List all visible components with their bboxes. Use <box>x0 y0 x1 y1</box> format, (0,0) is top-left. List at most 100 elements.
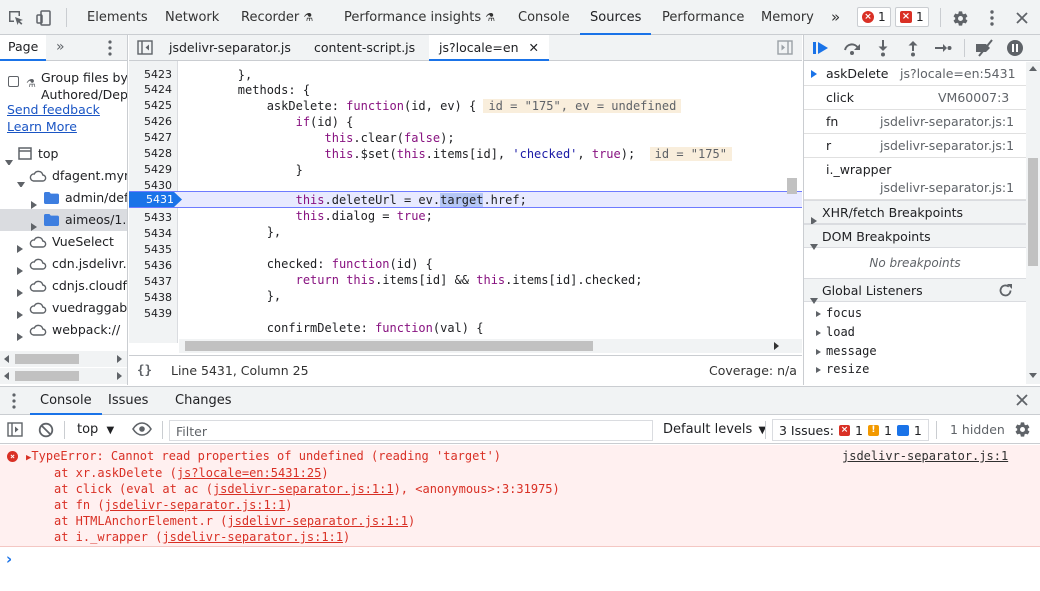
line-number[interactable]: 5434 <box>144 226 172 242</box>
tab-performance[interactable]: Performance <box>662 0 744 35</box>
pretty-print-icon[interactable]: {} <box>137 362 152 377</box>
send-feedback-link[interactable]: Send feedback <box>7 102 100 117</box>
scroll-thumb[interactable] <box>15 354 79 364</box>
tree-item-top[interactable]: top <box>0 143 127 165</box>
breakpoint-marker[interactable]: 5431 <box>129 192 182 207</box>
issues-counter-button[interactable]: 3 Issues: × 1 ! 1 1 <box>772 419 929 441</box>
call-frame[interactable]: fn jsdelivr-separator.js:1 <box>804 110 1026 134</box>
console-filter-input[interactable]: Filter <box>169 420 653 441</box>
console-settings-gear-icon[interactable] <box>1014 421 1031 438</box>
call-frame[interactable]: askDelete js?locale=en:5431 <box>804 62 1026 86</box>
error-count-badge[interactable]: × 1 <box>857 7 891 27</box>
navigator-hscrollbar-2[interactable] <box>0 368 127 384</box>
navigator-hscrollbar[interactable] <box>0 351 127 367</box>
step-over-icon[interactable] <box>842 40 862 56</box>
scroll-thumb[interactable] <box>185 341 593 351</box>
tree-item-vueselect[interactable]: VueSelect <box>0 231 127 253</box>
stack-link[interactable]: jsdelivr-separator.js:1:1 <box>227 514 408 528</box>
toggle-console-sidebar-icon[interactable] <box>7 422 23 437</box>
debugger-vscrollbar[interactable] <box>1026 62 1040 384</box>
inspect-element-icon[interactable] <box>6 8 26 28</box>
drawer-tab-issues[interactable]: Issues <box>108 387 148 415</box>
xhr-breakpoints-header[interactable]: XHR/fetch Breakpoints <box>804 200 1026 225</box>
settings-gear-icon[interactable] <box>950 8 970 28</box>
global-listener-focus[interactable]: focus <box>816 304 862 323</box>
line-number[interactable]: 5435 <box>144 242 172 258</box>
line-number[interactable]: 5433 <box>144 210 172 226</box>
drawer-tab-console[interactable]: Console <box>30 387 102 415</box>
device-toolbar-icon[interactable] <box>34 8 54 28</box>
call-frame[interactable]: click VM60007:3 <box>804 86 1026 110</box>
issue-count-badge[interactable]: × 1 <box>895 7 929 27</box>
tab-performance-insights[interactable]: Performance insights ⚗ <box>344 0 495 35</box>
scroll-thumb[interactable] <box>15 371 79 381</box>
editor-vscroll-thumb[interactable] <box>787 178 797 194</box>
drawer-menu-icon[interactable] <box>12 393 16 409</box>
line-number[interactable]: 5423 <box>144 67 172 83</box>
global-listener-load[interactable]: load <box>816 323 855 342</box>
global-listener-resize[interactable]: resize <box>816 360 869 379</box>
tree-item-aimeos[interactable]: aimeos/1.c <box>0 209 127 231</box>
editor-tab-jsdelivr-separator[interactable]: jsdelivr-separator.js <box>169 35 291 61</box>
navigator-menu-icon[interactable] <box>108 40 112 56</box>
line-number[interactable]: 5436 <box>144 258 172 274</box>
tab-sources[interactable]: Sources <box>580 0 652 35</box>
tab-network[interactable]: Network <box>165 0 219 35</box>
learn-more-link[interactable]: Learn More <box>7 119 77 134</box>
toggle-debugger-icon[interactable] <box>777 40 793 55</box>
live-expression-eye-icon[interactable] <box>132 422 152 436</box>
line-number[interactable]: 5425 <box>144 98 172 114</box>
global-listener-message[interactable]: message <box>816 342 877 361</box>
step-icon[interactable] <box>934 41 952 55</box>
more-tabs-button[interactable]: » <box>831 0 840 35</box>
error-source-link[interactable]: jsdelivr-separator.js:1 <box>842 449 1008 463</box>
tree-item-cdnjs[interactable]: cdnjs.cloudfla <box>0 275 127 297</box>
line-number[interactable]: 5427 <box>144 130 172 146</box>
editor-tab-locale[interactable]: js?locale=en ✕ <box>429 35 549 61</box>
console-prompt[interactable]: › <box>6 550 12 568</box>
stack-link[interactable]: jsdelivr-separator.js:1:1 <box>105 498 286 512</box>
tab-elements[interactable]: Elements <box>87 0 148 35</box>
context-selector[interactable]: top ▼ <box>77 421 114 440</box>
toggle-navigator-icon[interactable] <box>137 40 153 55</box>
editor-tab-content-script[interactable]: content-script.js <box>314 35 415 61</box>
line-number[interactable]: 5437 <box>144 274 172 290</box>
stack-link[interactable]: jsdelivr-separator.js:1:1 <box>213 482 394 496</box>
deactivate-breakpoints-icon[interactable] <box>974 39 996 57</box>
global-listeners-header[interactable]: Global Listeners <box>804 278 1026 304</box>
tab-recorder[interactable]: Recorder ⚗ <box>241 0 313 35</box>
log-levels-dropdown[interactable]: Default levels ▼ <box>663 421 766 440</box>
scroll-thumb[interactable] <box>1028 158 1038 266</box>
call-frame[interactable]: i._wrapper jsdelivr-separator.js:1 <box>804 158 1026 200</box>
close-drawer-icon[interactable] <box>1016 394 1028 406</box>
line-number[interactable]: 5438 <box>144 290 172 306</box>
line-number[interactable]: 5428 <box>144 146 172 162</box>
tab-page[interactable]: Page <box>0 35 47 61</box>
tree-item-admin[interactable]: admin/def <box>0 187 127 209</box>
line-number[interactable]: 5429 <box>144 162 172 178</box>
stack-link[interactable]: js?locale=en:5431:25 <box>177 466 322 480</box>
navigator-more-button[interactable]: » <box>56 35 65 59</box>
more-options-icon[interactable] <box>982 8 1002 28</box>
tree-item-vuedraggable[interactable]: vuedraggable <box>0 297 127 319</box>
drawer-tab-changes[interactable]: Changes <box>175 387 232 415</box>
error-text[interactable]: ▶TypeError: Cannot read properties of un… <box>26 449 501 463</box>
tab-memory[interactable]: Memory <box>761 0 814 35</box>
pause-on-exceptions-icon[interactable] <box>1006 39 1024 57</box>
tab-console[interactable]: Console <box>518 0 570 35</box>
tree-item-dfagent[interactable]: dfagent.myne <box>0 165 127 187</box>
close-tab-icon[interactable]: ✕ <box>529 40 539 55</box>
line-number[interactable]: 5424 <box>144 82 172 98</box>
stack-link[interactable]: jsdelivr-separator.js:1:1 <box>162 530 343 544</box>
resume-icon[interactable] <box>812 40 830 56</box>
tree-item-cdn-jsdelivr[interactable]: cdn.jsdelivr.n <box>0 253 127 275</box>
call-frame[interactable]: r jsdelivr-separator.js:1 <box>804 134 1026 158</box>
tree-item-webpack[interactable]: webpack:// <box>0 319 127 341</box>
refresh-icon[interactable] <box>998 283 1013 298</box>
line-number[interactable]: 5426 <box>144 114 172 130</box>
close-devtools-icon[interactable] <box>1012 8 1032 28</box>
editor-hscrollbar[interactable] <box>179 339 802 353</box>
step-into-icon[interactable] <box>876 39 890 57</box>
line-number[interactable]: 5439 <box>144 306 172 322</box>
clear-console-icon[interactable] <box>38 422 54 438</box>
